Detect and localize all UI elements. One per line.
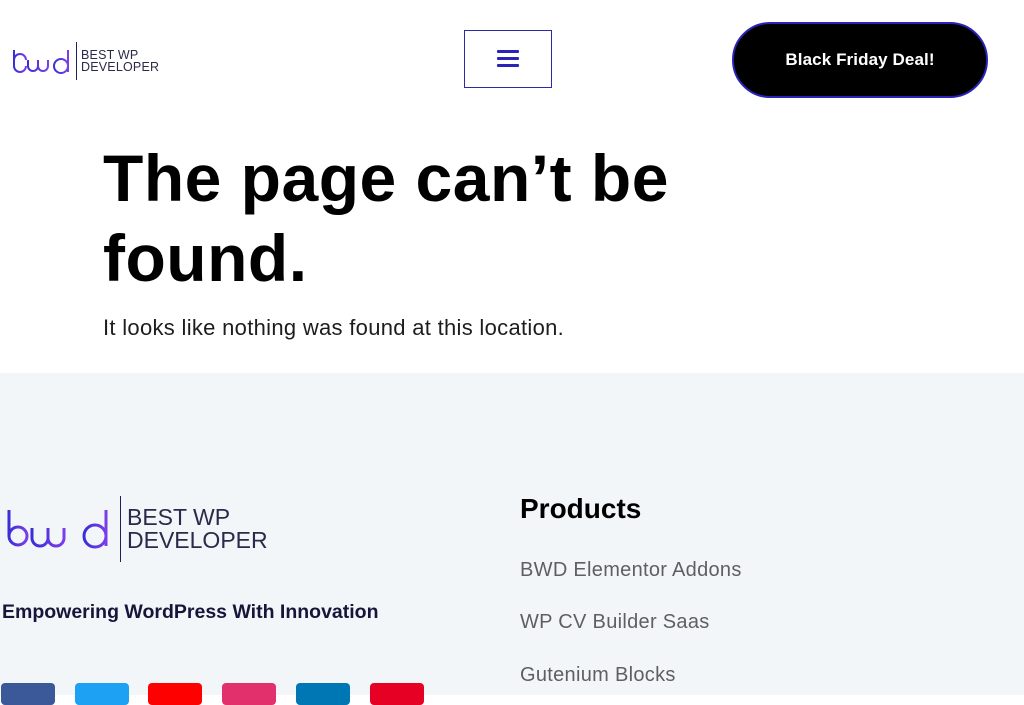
product-link-gutenium-blocks[interactable]: Gutenium Blocks xyxy=(520,664,676,687)
product-link-bwd-elementor-addons[interactable]: BWD Elementor Addons xyxy=(520,559,742,582)
footer-tagline: Empowering WordPress With Innovation xyxy=(2,601,379,623)
bwd-logo-icon xyxy=(7,510,108,549)
product-link-wp-cv-builder-saas[interactable]: WP CV Builder Saas xyxy=(520,611,710,634)
logo-divider xyxy=(76,42,77,80)
site-footer: BEST WP DEVELOPER Empowering WordPress W… xyxy=(0,373,1024,705)
logo-wordmark: BEST WP DEVELOPER xyxy=(127,506,268,552)
logo-divider xyxy=(120,496,121,562)
facebook-icon[interactable] xyxy=(1,683,55,705)
logo-text-line2: DEVELOPER xyxy=(127,527,268,553)
menu-toggle-button[interactable] xyxy=(464,30,552,88)
logo-text-line2: DEVELOPER xyxy=(81,60,160,74)
twitter-icon[interactable] xyxy=(75,683,129,705)
pinterest-icon[interactable] xyxy=(370,683,424,705)
site-header: BEST WP DEVELOPER Black Friday Deal! xyxy=(0,0,1024,120)
hamburger-menu-icon xyxy=(497,50,519,68)
footer-logo[interactable]: BEST WP DEVELOPER xyxy=(6,496,268,562)
black-friday-deal-button[interactable]: Black Friday Deal! xyxy=(732,22,988,98)
youtube-icon[interactable] xyxy=(148,683,202,705)
linkedin-icon[interactable] xyxy=(296,683,350,705)
error-message: It looks like nothing was found at this … xyxy=(103,315,565,340)
products-heading: Products xyxy=(520,493,642,524)
header-logo[interactable]: BEST WP DEVELOPER xyxy=(12,42,159,80)
page-title: The page can’t be found. xyxy=(103,141,669,295)
bwd-logo-icon xyxy=(13,50,69,74)
instagram-icon[interactable] xyxy=(222,683,276,705)
logo-wordmark: BEST WP DEVELOPER xyxy=(81,48,160,74)
logo-text-line1: BEST WP xyxy=(127,504,231,530)
